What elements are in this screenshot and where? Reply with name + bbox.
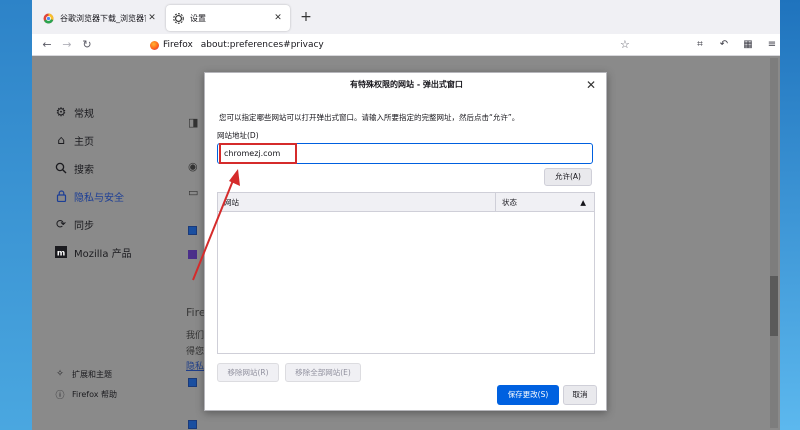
search-icon [54, 161, 68, 175]
background-checkbox [188, 250, 197, 259]
lock-icon [54, 189, 68, 203]
sort-arrow-icon: ▲ [580, 197, 586, 207]
reload-icon[interactable]: ↻ [80, 38, 94, 52]
new-tab-button[interactable]: + [298, 9, 314, 25]
sidebar-item-general[interactable]: ⚙ 常规 [54, 98, 194, 126]
help-icon: ⓘ [55, 390, 65, 401]
dialog-description: 您可以指定哪些网站可以打开弹出式窗口。请输入所要指定的完整网址，然后点击“允许”… [219, 113, 520, 122]
sidebar-item-label: 常规 [74, 108, 94, 120]
identity-label: Firefox [163, 40, 193, 50]
column-header-status-label: 状态 [502, 197, 517, 207]
sync-icon: ⟳ [55, 217, 67, 231]
tab-title: 设置 [190, 13, 206, 23]
remove-all-sites-button[interactable]: 移除全部网站(E) [285, 363, 361, 382]
navigation-bar: ← → ↻ Firefox about:preferences#privacy … [32, 34, 780, 56]
dialog-title: 有特殊权限的网站 - 弹出式窗口 [350, 80, 463, 89]
column-header-site[interactable]: 网站 [218, 192, 496, 212]
back-arrow-icon[interactable]: ← [40, 38, 54, 52]
window-controls [684, 0, 774, 12]
screenshot-icon[interactable]: ⌗ [694, 38, 706, 52]
scrollbar-track[interactable] [770, 58, 778, 428]
settings-sidebar: ⚙ 常规 ⌂ 主页 搜索 隐私与安全 ⟳ 同步 m Mozilla 产品 [54, 98, 194, 266]
sidebar-item-mozilla-products[interactable]: m Mozilla 产品 [54, 238, 194, 266]
chrome-favicon-icon [42, 12, 54, 24]
identity-box[interactable]: Firefox [150, 40, 193, 50]
background-checkbox [188, 420, 197, 429]
tab-title: 谷歌浏览器下载_浏览器官网入 [60, 13, 146, 23]
sidebar-item-label: 搜索 [74, 164, 94, 176]
toolbar-icons: ⌗ ↶ ▦ ≡ [694, 38, 778, 52]
background-text-fragment: 我们 [186, 331, 205, 341]
sidebar-item-home[interactable]: ⌂ 主页 [54, 126, 194, 154]
close-window-button[interactable] [744, 0, 774, 12]
sidebar-item-label: 扩展和主题 [72, 369, 112, 379]
url-text[interactable]: about:preferences#privacy [201, 40, 324, 50]
sidebar-item-search[interactable]: 搜索 [54, 154, 194, 182]
remove-site-button[interactable]: 移除网站(R) [217, 363, 279, 382]
sidebar-item-help[interactable]: ⓘ Firefox 帮助 [54, 384, 194, 404]
maximize-button[interactable] [714, 0, 744, 12]
svg-text:m: m [57, 249, 65, 258]
background-link-fragment: 隐私 [186, 362, 205, 372]
background-heading-fragment: Fire [186, 306, 206, 319]
allow-button[interactable]: 允许(A) [544, 168, 592, 186]
desktop-background-left [0, 0, 32, 430]
home-icon: ⌂ [57, 133, 65, 147]
scrollbar-thumb[interactable] [770, 276, 778, 336]
minimize-button[interactable] [684, 0, 714, 12]
menu-icon[interactable]: ≡ [766, 38, 778, 52]
sidebar-item-label: 主页 [74, 136, 94, 148]
firefox-logo-icon [150, 40, 159, 50]
undo-icon[interactable]: ↶ [718, 38, 730, 52]
sidebar-item-addons[interactable]: ✧ 扩展和主题 [54, 364, 194, 384]
tab-close-icon[interactable]: ✕ [146, 13, 158, 23]
tab-close-icon[interactable]: ✕ [272, 13, 284, 23]
table-header: 网站 状态 ▲ [218, 192, 594, 212]
tab-download-page[interactable]: 谷歌浏览器下载_浏览器官网入 ✕ [36, 5, 164, 31]
website-address-input[interactable] [217, 143, 593, 164]
sidebar-item-label: Mozilla 产品 [74, 248, 132, 260]
extensions-icon[interactable]: ▦ [742, 38, 754, 52]
sites-table: 网站 状态 ▲ [217, 192, 595, 354]
tab-settings[interactable]: 设置 ✕ [166, 5, 290, 31]
address-bar[interactable]: Firefox about:preferences#privacy [150, 36, 642, 54]
background-checkbox [188, 226, 197, 235]
tab-strip: 谷歌浏览器下载_浏览器官网入 ✕ 设置 ✕ + [32, 0, 780, 34]
sidebar-item-label: 隐私与安全 [74, 192, 124, 204]
mozilla-icon: m [54, 245, 68, 259]
sidebar-item-privacy[interactable]: 隐私与安全 [54, 182, 194, 210]
desktop-background-right [780, 0, 800, 430]
gear-icon [172, 12, 184, 24]
forward-arrow-icon[interactable]: → [60, 38, 74, 52]
background-icon: ◉ [188, 160, 198, 173]
address-label: 网站地址(D) [217, 131, 259, 140]
sidebar-item-sync[interactable]: ⟳ 同步 [54, 210, 194, 238]
background-checkbox [188, 378, 197, 387]
sidebar-item-label: Firefox 帮助 [72, 389, 118, 399]
close-icon[interactable]: ✕ [584, 78, 598, 92]
sidebar-footer: ✧ 扩展和主题 ⓘ Firefox 帮助 [54, 364, 194, 404]
sidebar-item-label: 同步 [74, 220, 94, 232]
gear-icon: ⚙ [55, 105, 67, 119]
column-header-status[interactable]: 状态 ▲ [496, 193, 594, 212]
save-changes-button[interactable]: 保存更改(S) [497, 385, 559, 405]
puzzle-icon: ✧ [56, 369, 64, 379]
background-icon: ▭ [188, 186, 199, 199]
background-text-fragment: 得您 [186, 347, 205, 357]
bookmark-star-icon[interactable]: ☆ [620, 38, 630, 51]
background-icon: ◨ [188, 116, 199, 129]
browser-window: 谷歌浏览器下载_浏览器官网入 ✕ 设置 ✕ + ← → ↻ Firefox ab… [32, 0, 780, 430]
popup-exceptions-dialog: 有特殊权限的网站 - 弹出式窗口 ✕ 您可以指定哪些网站可以打开弹出式窗口。请输… [204, 72, 607, 411]
cancel-button[interactable]: 取消 [563, 385, 597, 405]
